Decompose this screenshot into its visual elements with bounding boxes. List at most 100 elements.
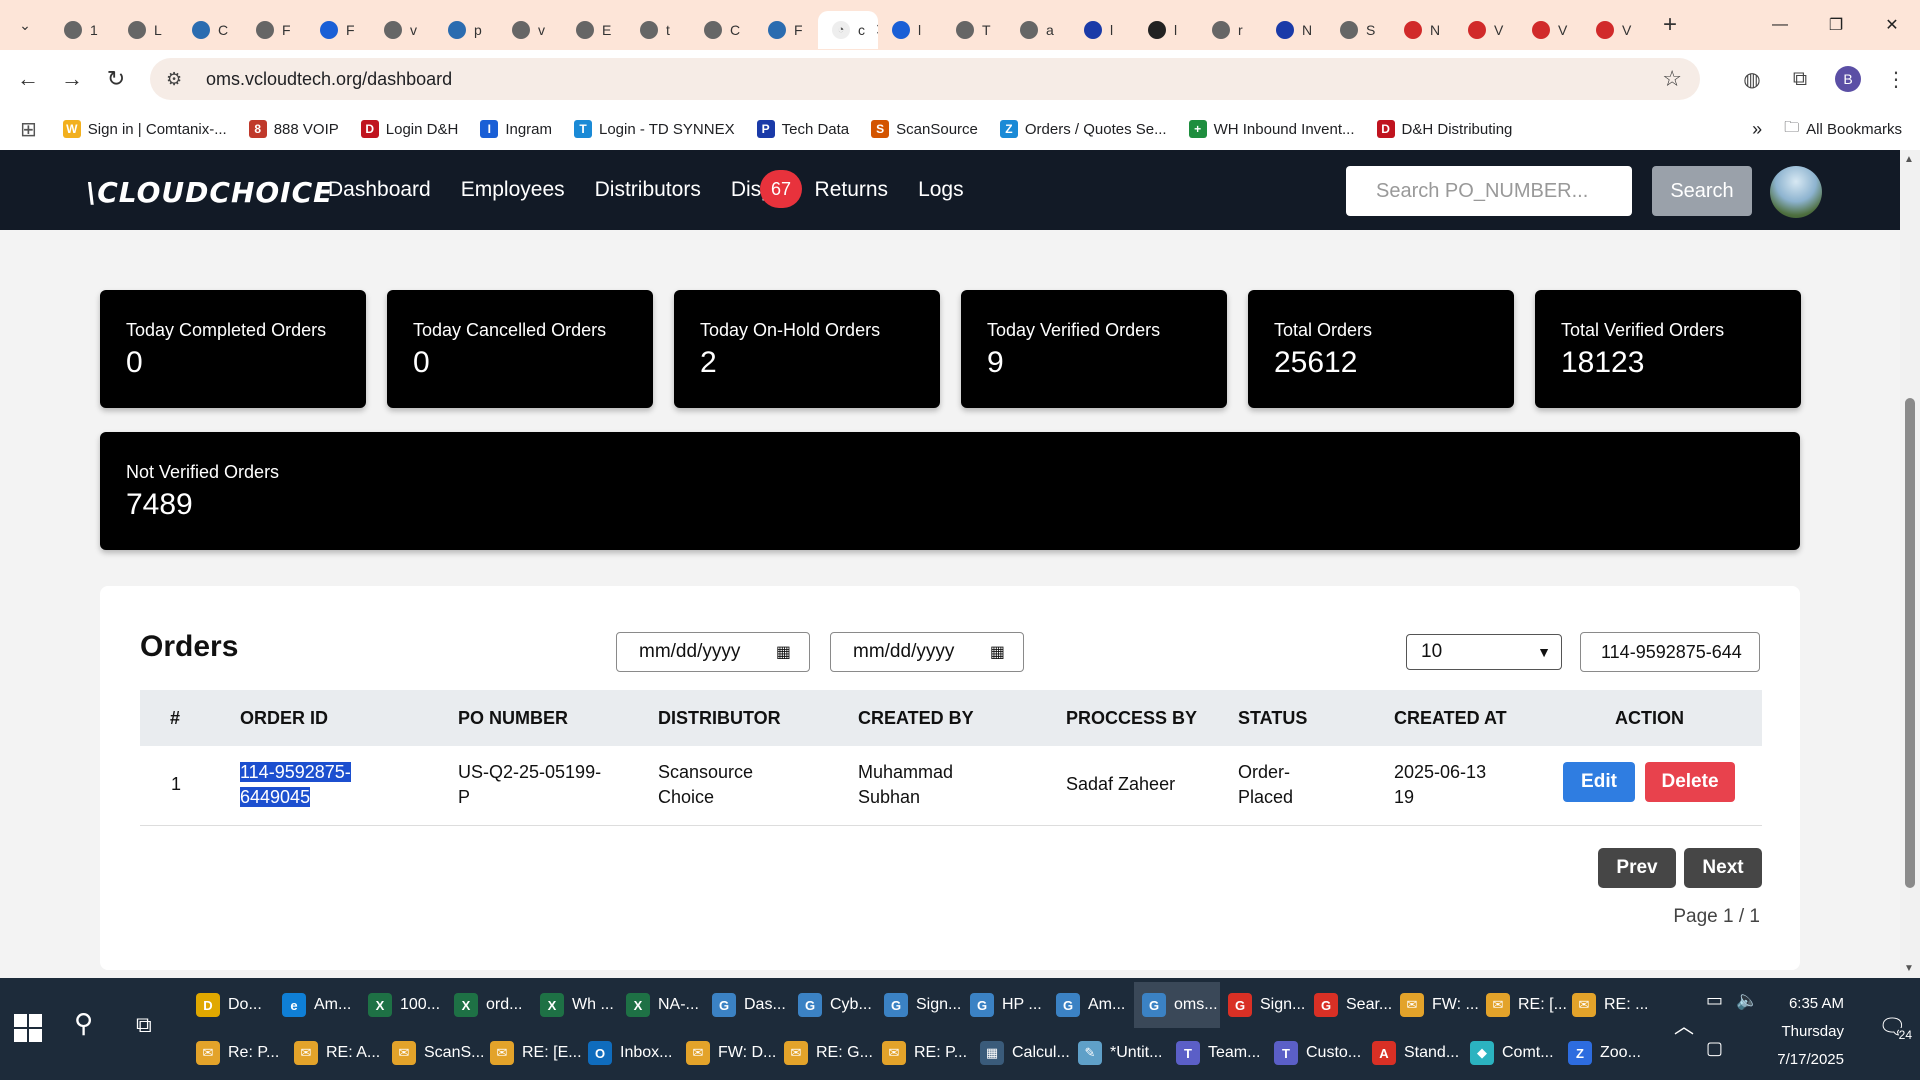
taskbar-app[interactable]: O Inbox... xyxy=(580,1030,678,1076)
taskbar-app[interactable]: ✉ RE: [E... xyxy=(482,1030,582,1076)
task-view-icon[interactable]: ⧉ xyxy=(136,1012,152,1038)
edit-button[interactable]: Edit xyxy=(1563,762,1635,802)
notification-center-icon[interactable]: 🗨 24 xyxy=(1878,1014,1912,1042)
search-icon[interactable]: ⚲ xyxy=(74,1008,93,1039)
volume-icon[interactable]: 🔈 xyxy=(1736,990,1758,1011)
bookmark-item[interactable]: T Login - TD SYNNEX xyxy=(574,120,735,138)
extensions-icon[interactable]: ⧉ xyxy=(1776,55,1824,103)
taskbar-app[interactable]: X 100... xyxy=(360,982,446,1028)
taskbar-app[interactable]: G Cyb... xyxy=(790,982,876,1028)
browser-tab[interactable]: l xyxy=(1134,11,1198,49)
page-size-select[interactable]: 10 ▼ xyxy=(1406,634,1562,670)
browser-tab[interactable]: 1 xyxy=(50,11,114,49)
taskbar-app[interactable]: ✉ RE: P... xyxy=(874,1030,972,1076)
taskbar-app[interactable]: X NA-... xyxy=(618,982,704,1028)
app-logo[interactable]: \CLOUDCHOICE xyxy=(86,176,333,209)
taskbar-app[interactable]: ✉ FW: ... xyxy=(1392,982,1479,1028)
taskbar-clock[interactable]: 6:35 AM Thursday 7/17/2025 xyxy=(1777,990,1844,1074)
scroll-up-icon[interactable]: ▲ xyxy=(1904,154,1914,165)
address-bar[interactable]: ⚙ oms.vcloudtech.org/dashboard ☆ xyxy=(150,58,1700,100)
taskbar-app[interactable]: G Sign... xyxy=(876,982,962,1028)
nav-logs[interactable]: Logs xyxy=(918,178,964,202)
taskbar-app[interactable]: X Wh ... xyxy=(532,982,618,1028)
taskbar-app[interactable]: Z Zoo... xyxy=(1560,1030,1658,1076)
more-bookmarks-icon[interactable]: » xyxy=(1752,119,1762,140)
browser-tab[interactable]: V xyxy=(1454,11,1518,49)
translate-icon[interactable]: ◍ xyxy=(1728,55,1776,103)
tray-chevron-icon[interactable]: ︿ xyxy=(1674,1010,1694,1039)
page-scrollbar[interactable]: ▲ ▼ xyxy=(1900,150,1920,978)
nav-dashboard[interactable]: Dashboard xyxy=(328,178,431,202)
browser-tab[interactable]: E xyxy=(562,11,626,49)
battery-icon[interactable]: ▭ xyxy=(1706,990,1723,1011)
date-from-input[interactable]: mm/dd/yyyy ▦ xyxy=(616,632,810,672)
taskbar-app[interactable]: ✉ RE: [... xyxy=(1478,982,1567,1028)
taskbar-app[interactable]: ✎ *Untit... xyxy=(1070,1030,1168,1076)
taskbar-app[interactable]: ✉ RE: ... xyxy=(1564,982,1650,1028)
next-page-button[interactable]: Next xyxy=(1684,848,1762,888)
bookmark-star-icon[interactable]: ☆ xyxy=(1662,66,1682,92)
browser-tab[interactable]: F xyxy=(754,11,818,49)
user-avatar[interactable] xyxy=(1770,166,1822,218)
taskbar-app[interactable]: T Team... xyxy=(1168,1030,1266,1076)
browser-tab[interactable]: N xyxy=(1262,11,1326,49)
bookmark-item[interactable]: P Tech Data xyxy=(756,120,849,138)
bookmark-item[interactable]: S ScanSource xyxy=(871,120,978,138)
bookmark-item[interactable]: I Ingram xyxy=(480,120,552,138)
browser-tab[interactable]: F xyxy=(306,11,370,49)
scrollbar-thumb[interactable] xyxy=(1905,398,1915,888)
new-tab-button[interactable]: + xyxy=(1652,7,1688,43)
taskbar-app[interactable]: D Do... xyxy=(188,982,274,1028)
browser-tab[interactable]: l xyxy=(878,11,942,49)
browser-tab[interactable]: N xyxy=(1390,11,1454,49)
taskbar-app[interactable]: ✉ RE: A... xyxy=(286,1030,384,1076)
browser-menu-icon[interactable]: ⋮ xyxy=(1872,55,1920,103)
order-id-cell[interactable]: 114-9592875- 6449045 xyxy=(240,760,351,810)
prev-page-button[interactable]: Prev xyxy=(1598,848,1676,888)
windows-start-icon[interactable] xyxy=(14,1014,44,1044)
browser-tab[interactable]: C xyxy=(690,11,754,49)
search-button[interactable]: Search xyxy=(1652,166,1752,216)
date-to-input[interactable]: mm/dd/yyyy ▦ xyxy=(830,632,1024,672)
url-text[interactable]: oms.vcloudtech.org/dashboard xyxy=(206,69,452,90)
apps-grid-icon[interactable]: ⊞ xyxy=(20,117,37,142)
bookmark-item[interactable]: W Sign in | Comtanix-... xyxy=(62,120,227,138)
nav-employees[interactable]: Employees xyxy=(461,178,565,202)
profile-avatar[interactable]: B xyxy=(1835,66,1861,92)
forward-icon[interactable]: → xyxy=(50,57,94,101)
back-icon[interactable]: ← xyxy=(6,57,50,101)
taskbar-app[interactable]: G Das... xyxy=(704,982,790,1028)
browser-tab[interactable]: a xyxy=(1006,11,1070,49)
all-bookmarks-button[interactable]: 🗀 All Bookmarks xyxy=(1784,117,1902,142)
taskbar-app[interactable]: T Custo... xyxy=(1266,1030,1364,1076)
bookmark-item[interactable]: D D&H Distributing xyxy=(1376,120,1512,138)
taskbar-app[interactable]: Goms... xyxy=(1134,982,1220,1028)
taskbar-app[interactable]: ✉ Re: P... xyxy=(188,1030,286,1076)
bookmark-item[interactable]: D Login D&H xyxy=(360,120,458,138)
calendar-icon[interactable]: ▦ xyxy=(990,642,1005,662)
tab-active[interactable]: ◔ c ✕ xyxy=(818,11,878,49)
order-filter-input[interactable]: 114-9592875-644 xyxy=(1580,632,1760,672)
taskbar-app[interactable]: A Stand... xyxy=(1364,1030,1462,1076)
nav-returns[interactable]: Returns xyxy=(815,178,889,202)
browser-tab[interactable]: F xyxy=(242,11,306,49)
taskbar-app[interactable]: G Am... xyxy=(1048,982,1134,1028)
calendar-icon[interactable]: ▦ xyxy=(776,642,791,662)
scroll-down-icon[interactable]: ▼ xyxy=(1904,963,1914,974)
browser-tab[interactable]: V xyxy=(1518,11,1582,49)
browser-tab[interactable]: t xyxy=(626,11,690,49)
browser-tab[interactable]: S xyxy=(1326,11,1390,49)
taskbar-app[interactable]: ▦ Calcul... xyxy=(972,1030,1070,1076)
browser-tab[interactable]: v xyxy=(370,11,434,49)
taskbar-app[interactable]: ✉ ScanS... xyxy=(384,1030,484,1076)
tab-search-menu[interactable]: ⌄ xyxy=(0,0,50,50)
taskbar-app[interactable]: G Sear... xyxy=(1306,982,1392,1028)
taskbar-app[interactable]: ✉ RE: G... xyxy=(776,1030,874,1076)
restore-icon[interactable]: ❐ xyxy=(1808,0,1864,50)
bookmark-item[interactable]: 8 888 VOIP xyxy=(248,120,339,138)
browser-tab[interactable]: p xyxy=(434,11,498,49)
browser-tab[interactable]: T xyxy=(942,11,1006,49)
taskbar-app[interactable]: G HP ... xyxy=(962,982,1048,1028)
delete-button[interactable]: Delete xyxy=(1645,762,1735,802)
taskbar-app[interactable]: e Am... xyxy=(274,982,360,1028)
